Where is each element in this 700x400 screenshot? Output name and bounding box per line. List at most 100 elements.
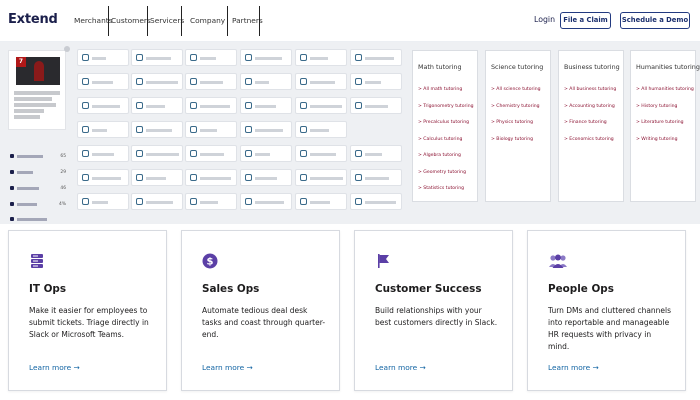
subject-link[interactable]: > Physics tutoring: [491, 120, 533, 125]
app-tile[interactable]: [77, 97, 129, 114]
app-tile-icon: [136, 198, 143, 205]
app-tile[interactable]: [295, 49, 347, 66]
app-tile[interactable]: [350, 73, 402, 90]
subject-link[interactable]: > Literature tutoring: [636, 120, 684, 125]
app-tile[interactable]: [185, 169, 237, 186]
subject-link[interactable]: > Writing tutoring: [636, 137, 678, 142]
subject-link[interactable]: > Calculus tutoring: [418, 137, 462, 142]
subject-heading[interactable]: Business tutoring: [564, 63, 620, 71]
app-tile[interactable]: [131, 49, 183, 66]
nav-partners[interactable]: Partners: [231, 6, 263, 36]
app-tile[interactable]: [240, 121, 292, 138]
app-tile[interactable]: [240, 169, 292, 186]
subject-link[interactable]: > History tutoring: [636, 104, 677, 109]
app-tile[interactable]: [77, 121, 129, 138]
app-tile[interactable]: [350, 169, 402, 186]
subject-heading[interactable]: Math tutoring: [418, 63, 462, 71]
extend-logo[interactable]: Extend: [8, 12, 58, 27]
nav-servicers[interactable]: Servicers: [149, 6, 184, 36]
card-sales-ops[interactable]: $ Sales Ops Automate tedious deal desk t…: [181, 230, 340, 391]
app-tile[interactable]: [240, 49, 292, 66]
category-icon: [10, 154, 14, 158]
app-tile[interactable]: [131, 97, 183, 114]
subject-link[interactable]: > Statistics tutoring: [418, 186, 464, 191]
book-card[interactable]: 7: [8, 50, 66, 130]
schedule-demo-button[interactable]: Schedule a Demo: [620, 12, 690, 29]
login-link[interactable]: Login: [534, 15, 555, 24]
subject-link[interactable]: > Trigonometry tutoring: [418, 104, 474, 109]
app-tile[interactable]: [350, 49, 402, 66]
card-customer-success[interactable]: Customer Success Build relationships wit…: [354, 230, 513, 391]
nav-merchants[interactable]: Merchants: [73, 6, 113, 36]
subject-heading[interactable]: Humanities tutoring: [636, 63, 700, 71]
sidebar-item[interactable]: 46: [10, 186, 66, 192]
app-tile-icon: [245, 54, 252, 61]
app-tile[interactable]: [77, 193, 129, 210]
app-tile[interactable]: [131, 193, 183, 210]
learn-more-link[interactable]: Learn more →: [548, 363, 599, 372]
close-dot-icon[interactable]: [64, 46, 70, 52]
card-it-ops[interactable]: IT Ops Make it easier for employees to s…: [8, 230, 167, 391]
product-collage: 7 65 29 46 4% Math tutoring > All math tu…: [0, 42, 700, 224]
subject-link[interactable]: > Economics tutoring: [564, 137, 614, 142]
app-tile-icon: [190, 54, 197, 61]
subject-link[interactable]: > Precalculus tutoring: [418, 120, 469, 125]
nav-company[interactable]: Company: [189, 6, 225, 36]
person-figure: [34, 61, 44, 81]
app-tile[interactable]: [185, 97, 237, 114]
sidebar-item[interactable]: 4%: [10, 202, 66, 208]
app-tile[interactable]: [77, 145, 129, 162]
app-tile[interactable]: [295, 193, 347, 210]
app-tile[interactable]: [295, 97, 347, 114]
app-tile-label: [146, 57, 171, 60]
learn-more-link[interactable]: Learn more →: [29, 363, 80, 372]
app-tile[interactable]: [185, 121, 237, 138]
subject-link[interactable]: > All science tutoring: [491, 87, 541, 92]
app-tile[interactable]: [295, 169, 347, 186]
subject-heading[interactable]: Science tutoring: [491, 63, 543, 71]
app-tile-icon: [300, 150, 307, 157]
app-tile[interactable]: [295, 145, 347, 162]
app-tile[interactable]: [185, 193, 237, 210]
app-tile[interactable]: [131, 145, 183, 162]
app-tile[interactable]: [131, 73, 183, 90]
sidebar-item[interactable]: 29: [10, 170, 66, 176]
app-tile[interactable]: [350, 97, 402, 114]
app-tile[interactable]: [131, 169, 183, 186]
sidebar-item[interactable]: 65: [10, 154, 66, 160]
app-tile[interactable]: [295, 121, 347, 138]
app-tile[interactable]: [295, 73, 347, 90]
learn-more-link[interactable]: Learn more →: [375, 363, 426, 372]
card-description: Build relationships with your best custo…: [375, 306, 498, 327]
app-tile[interactable]: [185, 145, 237, 162]
subject-link[interactable]: > All humanities tutoring: [636, 87, 694, 92]
subject-link[interactable]: > Geometry tutoring: [418, 170, 466, 175]
nav-customers[interactable]: Customers: [110, 6, 151, 36]
app-tile[interactable]: [77, 169, 129, 186]
app-tile[interactable]: [77, 49, 129, 66]
subject-link[interactable]: > Chemistry tutoring: [491, 104, 540, 109]
app-tile[interactable]: [185, 73, 237, 90]
app-tile[interactable]: [350, 193, 402, 210]
app-tile[interactable]: [350, 145, 402, 162]
subject-link[interactable]: > All business tutoring: [564, 87, 616, 92]
subject-link[interactable]: > Finance tutoring: [564, 120, 607, 125]
app-tile[interactable]: [77, 73, 129, 90]
app-tile[interactable]: [240, 193, 292, 210]
app-tile[interactable]: [240, 145, 292, 162]
sidebar-item[interactable]: [10, 217, 66, 223]
subject-link[interactable]: > Biology tutoring: [491, 137, 533, 142]
app-tile[interactable]: [185, 49, 237, 66]
app-tile[interactable]: [240, 73, 292, 90]
subject-link[interactable]: > Accounting tutoring: [564, 104, 615, 109]
app-tile-label: [200, 201, 218, 204]
subject-link[interactable]: > All math tutoring: [418, 87, 462, 92]
subject-link[interactable]: > Algebra tutoring: [418, 153, 461, 158]
category-icon: [10, 202, 14, 206]
app-tile-icon: [190, 174, 197, 181]
app-tile[interactable]: [131, 121, 183, 138]
card-people-ops[interactable]: People Ops Turn DMs and cluttered channe…: [527, 230, 686, 391]
app-tile[interactable]: [240, 97, 292, 114]
learn-more-link[interactable]: Learn more →: [202, 363, 253, 372]
file-claim-button[interactable]: File a Claim: [560, 12, 611, 29]
